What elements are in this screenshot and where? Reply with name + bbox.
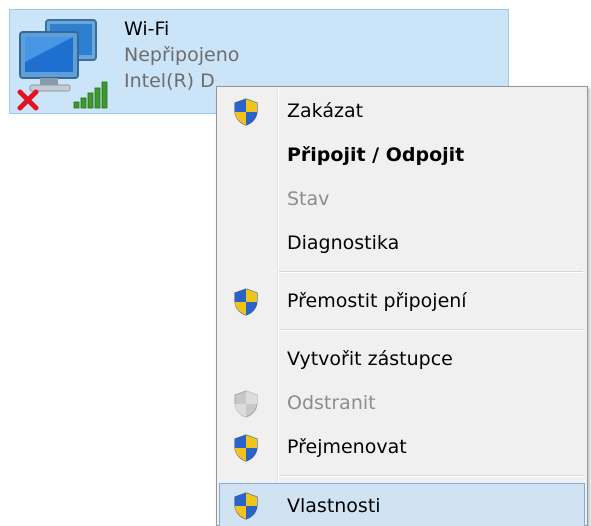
menu-item-label: Přemostit připojení bbox=[287, 290, 467, 312]
disconnected-x-icon bbox=[17, 89, 39, 111]
menu-item-create-shortcut[interactable]: Vytvořit zástupce bbox=[219, 337, 585, 381]
context-menu: Zakázat Připojit / Odpojit Stav Diagnost… bbox=[216, 86, 588, 526]
menu-item-label: Přejmenovat bbox=[287, 436, 407, 458]
menu-item-bridge-connections[interactable]: Přemostit připojení bbox=[219, 279, 585, 323]
menu-item-status: Stav bbox=[219, 177, 585, 221]
menu-item-delete: Odstranit bbox=[219, 381, 585, 425]
uac-shield-icon bbox=[234, 492, 258, 520]
menu-item-connect-disconnect[interactable]: Připojit / Odpojit bbox=[219, 133, 585, 177]
menu-item-properties[interactable]: Vlastnosti bbox=[219, 483, 585, 526]
menu-separator bbox=[279, 475, 583, 477]
menu-item-disable[interactable]: Zakázat bbox=[219, 89, 585, 133]
menu-item-label: Diagnostika bbox=[287, 232, 400, 254]
adapter-name: Wi-Fi bbox=[124, 18, 170, 40]
menu-item-label: Připojit / Odpojit bbox=[287, 144, 465, 166]
uac-shield-icon bbox=[234, 434, 258, 462]
menu-item-label: Vytvořit zástupce bbox=[287, 348, 453, 370]
menu-separator bbox=[279, 271, 583, 273]
uac-shield-icon-disabled bbox=[234, 390, 258, 418]
network-computer-icon bbox=[17, 19, 108, 111]
uac-shield-icon bbox=[234, 98, 258, 126]
menu-separator bbox=[279, 329, 583, 331]
menu-item-label: Odstranit bbox=[287, 392, 376, 414]
uac-shield-icon bbox=[234, 288, 258, 316]
menu-item-diagnose[interactable]: Diagnostika bbox=[219, 221, 585, 265]
desktop-canvas: Wi-Fi Nepřipojeno Intel(R) D Zakázat Při… bbox=[0, 0, 591, 526]
menu-item-label: Stav bbox=[287, 188, 330, 210]
wifi-signal-icon bbox=[73, 81, 108, 109]
menu-item-label: Zakázat bbox=[287, 100, 364, 122]
menu-item-label: Vlastnosti bbox=[287, 495, 381, 517]
adapter-status: Nepřipojeno bbox=[124, 44, 240, 66]
menu-item-rename[interactable]: Přejmenovat bbox=[219, 425, 585, 469]
